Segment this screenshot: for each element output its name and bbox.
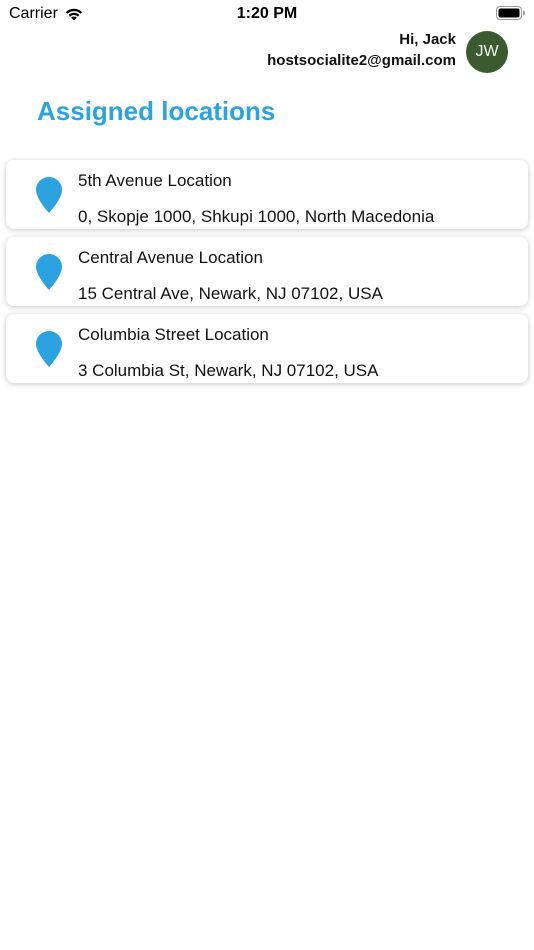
user-info: Hi, Jack hostsocialite2@gmail.com bbox=[267, 30, 456, 72]
page-title: Assigned locations bbox=[37, 96, 276, 126]
locations-list: 5th Avenue Location 0, Skopje 1000, Shku… bbox=[6, 160, 528, 391]
map-pin-icon bbox=[36, 331, 62, 367]
avatar-initials: JW bbox=[475, 43, 499, 60]
location-card[interactable]: Central Avenue Location 15 Central Ave, … bbox=[6, 237, 528, 306]
location-name: Central Avenue Location bbox=[78, 248, 263, 267]
greeting-text: Hi, Jack bbox=[399, 31, 456, 48]
clock: 1:20 PM bbox=[236, 5, 298, 22]
map-pin-icon bbox=[36, 177, 62, 213]
location-address: 0, Skopje 1000, Shkupi 1000, North Maced… bbox=[78, 207, 435, 226]
avatar[interactable]: JW bbox=[466, 31, 508, 73]
location-address: 3 Columbia St, Newark, NJ 07102, USA bbox=[78, 361, 379, 380]
user-email: hostsocialite2@gmail.com bbox=[267, 52, 456, 69]
location-name: Columbia Street Location bbox=[78, 325, 269, 344]
map-pin-icon bbox=[36, 254, 62, 290]
location-address: 15 Central Ave, Newark, NJ 07102, USA bbox=[78, 284, 383, 303]
location-name: 5th Avenue Location bbox=[78, 171, 232, 190]
status-bar: Carrier 1:20 PM bbox=[0, 0, 534, 28]
location-card[interactable]: Columbia Street Location 3 Columbia St, … bbox=[6, 314, 528, 383]
battery-icon bbox=[496, 6, 525, 20]
location-card[interactable]: 5th Avenue Location 0, Skopje 1000, Shku… bbox=[6, 160, 528, 229]
